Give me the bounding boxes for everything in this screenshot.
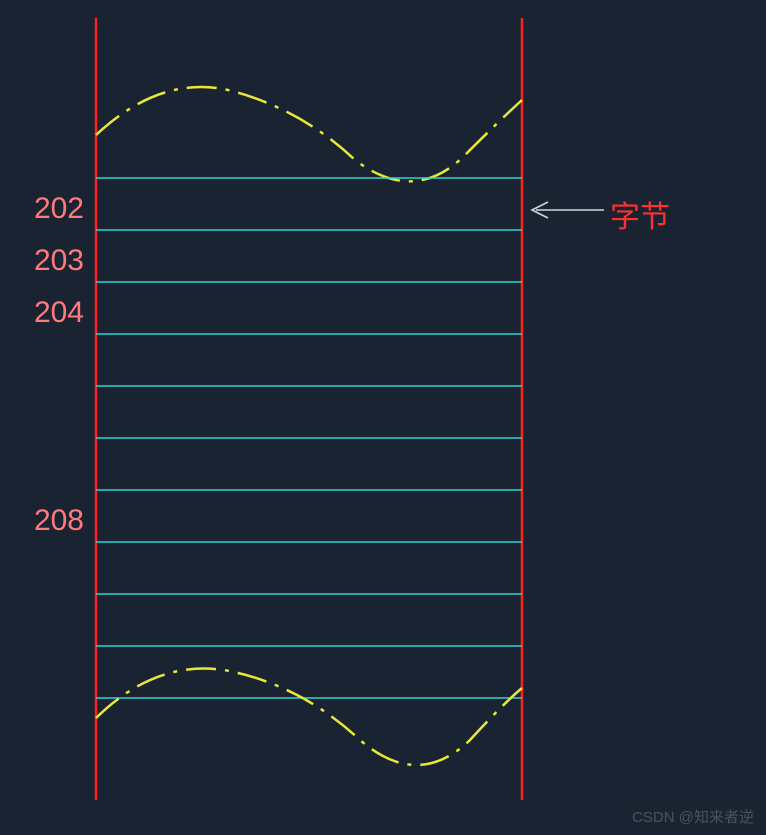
row-dividers [96, 178, 522, 698]
address-label-203: 203 [14, 244, 84, 278]
memory-diagram [0, 0, 766, 835]
address-label-208: 208 [14, 504, 84, 538]
watermark: CSDN @知来者逆 [632, 806, 754, 827]
address-label-204: 204 [14, 296, 84, 330]
bottom-break-wave [96, 669, 522, 765]
annotation-arrow [532, 202, 604, 218]
address-label-202: 202 [14, 192, 84, 226]
byte-annotation: 字节 [610, 192, 670, 236]
top-break-wave [96, 87, 522, 181]
